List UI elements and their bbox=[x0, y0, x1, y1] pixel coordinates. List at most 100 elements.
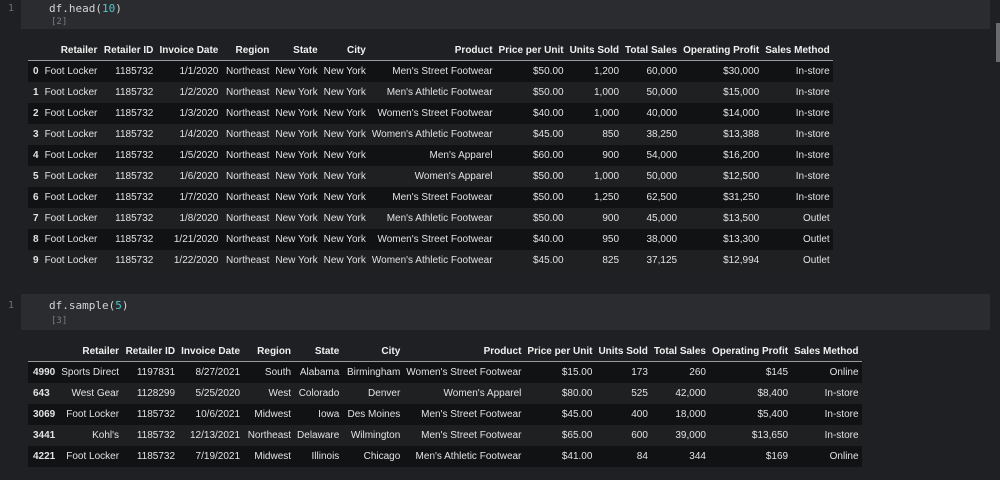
table-cell: Foot Locker bbox=[44, 192, 98, 203]
table-cell: Foot Locker bbox=[44, 108, 98, 119]
table-cell: 850 bbox=[602, 129, 620, 140]
table-cell: $12,994 bbox=[723, 255, 760, 266]
table-cell: 50,000 bbox=[646, 171, 678, 182]
table-cell: Men's Athletic Footwear bbox=[415, 451, 522, 462]
table-row: 0 Foot Locker 1185732 1/1/2020 Northeast New … bbox=[28, 60, 833, 82]
table-cell: $169 bbox=[765, 451, 789, 462]
table-cell: 1128299 bbox=[136, 388, 176, 399]
table-cell: $16,200 bbox=[723, 150, 760, 161]
table-row: 8 Foot Locker 1185732 1/21/2020 Northeast New… bbox=[28, 229, 833, 250]
table-cell: New York bbox=[323, 255, 366, 266]
code-cell-sample[interactable]: df.sample(5) [3] bbox=[21, 294, 990, 330]
table-cell: $45.00 bbox=[532, 255, 564, 266]
table-cell: Northeast bbox=[226, 150, 270, 161]
table-cell: In-store bbox=[795, 171, 830, 182]
column-header: Retailer bbox=[58, 341, 123, 362]
column-header bbox=[28, 341, 59, 362]
table-cell: Chicago bbox=[363, 451, 401, 462]
table-cell: 38,250 bbox=[646, 129, 678, 140]
table-cell: Foot Locker bbox=[44, 255, 98, 266]
table-cell: Online bbox=[829, 367, 859, 378]
table-cell: Women's Street Footwear bbox=[377, 234, 493, 245]
table-cell: 1185732 bbox=[115, 108, 154, 119]
column-header: City bbox=[342, 341, 404, 362]
table-cell: Wilmington bbox=[350, 430, 401, 441]
column-header: Units Sold bbox=[595, 341, 651, 362]
code-paren: ) bbox=[115, 2, 122, 15]
table-cell: $50.00 bbox=[532, 66, 564, 77]
table-cell: Midwest bbox=[254, 409, 292, 420]
table-cell: In-store bbox=[824, 430, 859, 441]
table-cell: 600 bbox=[631, 430, 648, 441]
table-cell: New York bbox=[275, 129, 318, 140]
table-cell: 5/25/2020 bbox=[195, 388, 241, 399]
table-cell: Denver bbox=[368, 388, 401, 399]
table-row: 3 Foot Locker 1185732 1/4/2020 Northeast New … bbox=[28, 124, 833, 145]
code-function: df.sample( bbox=[49, 299, 116, 312]
table-cell: 1,200 bbox=[594, 66, 620, 77]
table-cell: 1/1/2020 bbox=[179, 66, 219, 77]
table-cell: $8,400 bbox=[757, 388, 789, 399]
table-cell: Iowa bbox=[318, 409, 340, 420]
table-cell: Men's Street Footwear bbox=[421, 430, 522, 441]
column-header: Region bbox=[221, 40, 273, 61]
code-argument: 10 bbox=[101, 2, 116, 15]
table-cell: 1185732 bbox=[136, 451, 176, 462]
table-cell: New York bbox=[323, 213, 366, 224]
table-cell: In-store bbox=[795, 108, 830, 119]
table-cell: Outlet bbox=[803, 255, 830, 266]
table-cell: 1/5/2020 bbox=[179, 150, 219, 161]
table-cell: New York bbox=[275, 171, 318, 182]
table-cell: Northeast bbox=[247, 430, 292, 441]
table-cell: New York bbox=[275, 213, 318, 224]
table-cell: Northeast bbox=[226, 255, 270, 266]
table-cell: 1,000 bbox=[594, 171, 620, 182]
table-cell: Foot Locker bbox=[66, 451, 120, 462]
column-header: State bbox=[272, 40, 321, 61]
column-header: City bbox=[320, 40, 369, 61]
table-cell: Outlet bbox=[803, 213, 830, 224]
table-cell: $13,300 bbox=[723, 234, 760, 245]
table-cell: Northeast bbox=[226, 192, 270, 203]
table-cell: 45,000 bbox=[646, 213, 678, 224]
row-index: 4990 bbox=[33, 367, 56, 378]
table-row: 4221 Foot Locker 1185732 7/19/2021 Midwest Il… bbox=[28, 446, 862, 467]
table-cell: Foot Locker bbox=[44, 234, 98, 245]
row-index: 2 bbox=[33, 108, 39, 119]
column-header: Operating Profit bbox=[680, 40, 763, 61]
table-cell: 1,250 bbox=[594, 192, 620, 203]
table-cell: 10/6/2021 bbox=[195, 409, 241, 420]
table-cell: New York bbox=[323, 87, 366, 98]
vertical-scrollbar[interactable] bbox=[996, 23, 1000, 62]
table-cell: 12/13/2021 bbox=[189, 430, 241, 441]
table-cell: In-store bbox=[795, 192, 830, 203]
table-cell: Foot Locker bbox=[44, 129, 98, 140]
table-cell: 1185732 bbox=[115, 171, 154, 182]
column-header: Retailer ID bbox=[122, 341, 179, 362]
table-cell: Illinois bbox=[311, 451, 340, 462]
table-cell: New York bbox=[323, 108, 366, 119]
execution-count: [3] bbox=[51, 316, 68, 326]
table-cell: $13,388 bbox=[723, 129, 760, 140]
code-text[interactable]: df.head(10) bbox=[49, 2, 122, 15]
code-argument: 5 bbox=[115, 299, 122, 312]
table-cell: $14,000 bbox=[723, 108, 760, 119]
code-text[interactable]: df.sample(5) bbox=[49, 299, 128, 312]
table-row: 3441 Kohl's 1185732 12/13/2021 Northeast Dela… bbox=[28, 425, 862, 446]
row-index: 4 bbox=[33, 150, 39, 161]
table-row: 643 West Gear 1128299 5/25/2020 West Colorado… bbox=[28, 383, 862, 404]
table-cell: Northeast bbox=[226, 87, 270, 98]
table-cell: 1/8/2020 bbox=[179, 213, 219, 224]
table-cell: 1/21/2020 bbox=[173, 234, 219, 245]
table-cell: 37,125 bbox=[646, 255, 678, 266]
table-cell: 1185732 bbox=[136, 430, 176, 441]
table-cell: $15.00 bbox=[561, 367, 593, 378]
table-cell: 60,000 bbox=[646, 66, 678, 77]
table-row: 5 Foot Locker 1185732 1/6/2020 Northeast New … bbox=[28, 166, 833, 187]
table-cell: 900 bbox=[602, 150, 620, 161]
code-cell-head[interactable]: df.head(10) [2] bbox=[21, 0, 990, 29]
table-cell: Foot Locker bbox=[66, 409, 120, 420]
table-cell: $50.00 bbox=[532, 171, 564, 182]
column-header: Retailer ID bbox=[100, 40, 157, 61]
column-header: Invoice Date bbox=[178, 341, 244, 362]
